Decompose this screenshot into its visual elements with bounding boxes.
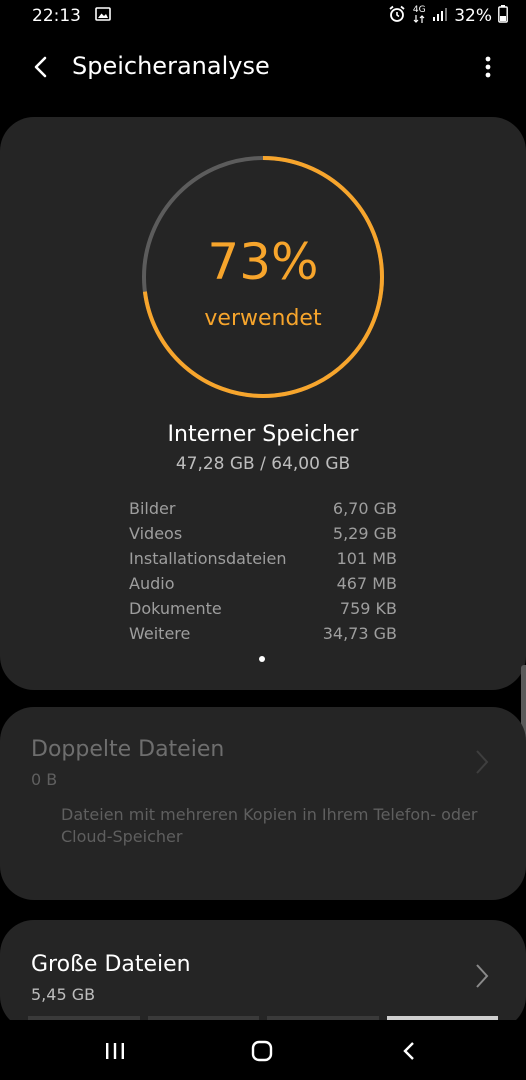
- back-icon[interactable]: [394, 1036, 424, 1066]
- breakdown-row-audio: Audio 467 MB: [129, 571, 397, 596]
- breakdown-label: Videos: [129, 524, 183, 543]
- breakdown-label: Weitere: [129, 624, 191, 643]
- image-icon: [95, 6, 111, 26]
- breakdown-value: 5,29 GB: [332, 524, 397, 543]
- breakdown-label: Installationsdateien: [129, 549, 287, 568]
- network-4g-icon: 4G: [412, 6, 426, 26]
- duplicate-files-size: 0 B: [31, 770, 58, 789]
- breakdown-row-videos: Videos 5,29 GB: [129, 521, 397, 546]
- storage-breakdown: Bilder 6,70 GB Videos 5,29 GB Installati…: [129, 496, 397, 646]
- breakdown-label: Dokumente: [129, 599, 222, 618]
- breakdown-row-other: Weitere 34,73 GB: [129, 621, 397, 646]
- breakdown-value: 6,70 GB: [332, 499, 397, 518]
- storage-used-total: 47,28 GB / 64,00 GB: [175, 454, 351, 474]
- duplicate-files-description: Dateien mit mehreren Kopien in Ihrem Tel…: [61, 805, 478, 846]
- page-title: Speicheranalyse: [72, 52, 270, 80]
- chevron-right-icon: [476, 964, 489, 988]
- chevron-right-icon: [476, 750, 489, 774]
- breakdown-value: 467 MB: [336, 574, 397, 593]
- status-time: 22:13: [32, 6, 81, 26]
- duplicate-files-title: Doppelte Dateien: [31, 737, 225, 762]
- usage-percent: 73%: [207, 233, 319, 291]
- large-files-size: 5,45 GB: [31, 985, 96, 1004]
- breakdown-row-images: Bilder 6,70 GB: [129, 496, 397, 521]
- more-vert-icon[interactable]: [476, 52, 500, 82]
- breakdown-row-documents: Dokumente 759 KB: [129, 596, 397, 621]
- network-label: 4G: [412, 5, 426, 15]
- breakdown-value: 34,73 GB: [322, 624, 397, 643]
- page-indicator-dot: [259, 656, 265, 662]
- home-icon[interactable]: [247, 1036, 277, 1066]
- usage-label: verwendet: [204, 306, 322, 331]
- back-arrow-icon[interactable]: [26, 52, 56, 82]
- breakdown-value: 759 KB: [339, 599, 397, 618]
- battery-percent: 32%: [454, 6, 492, 26]
- storage-title: Interner Speicher: [167, 422, 359, 447]
- breakdown-label: Bilder: [129, 499, 176, 518]
- recent-apps-icon[interactable]: [100, 1036, 130, 1066]
- navigation-bar: [0, 1020, 526, 1080]
- alarm-icon: [388, 5, 406, 28]
- breakdown-value: 101 MB: [336, 549, 397, 568]
- app-bar: Speicheranalyse: [0, 42, 526, 94]
- battery-icon: [498, 4, 508, 28]
- status-bar: 22:13 4G 32%: [0, 0, 526, 32]
- breakdown-row-installation-files: Installationsdateien 101 MB: [129, 546, 397, 571]
- signal-icon: [432, 6, 448, 27]
- large-files-title: Große Dateien: [31, 952, 191, 977]
- breakdown-label: Audio: [129, 574, 175, 593]
